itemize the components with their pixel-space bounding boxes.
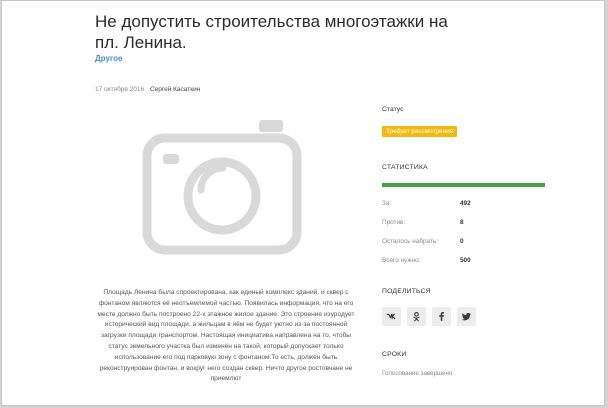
stat-label: Осталось набрать:: [382, 238, 438, 245]
odnoklassniki-icon: [413, 311, 420, 322]
share-vk-button[interactable]: [382, 307, 401, 326]
category-link[interactable]: Другое: [95, 54, 123, 63]
share-facebook-button[interactable]: [432, 307, 451, 326]
status-label: Статус: [382, 106, 404, 113]
vote-progress-bar: [382, 183, 545, 187]
page-title: Не допустить строительства многоэтажки н…: [95, 12, 448, 52]
stat-value: 500: [460, 257, 471, 264]
author-link[interactable]: Сергей Касаткин: [150, 86, 200, 93]
vk-icon: [386, 313, 396, 320]
publish-date: 17 октября 2016: [95, 86, 145, 93]
stat-label: Против:: [382, 219, 406, 226]
article-meta: 17 октября 2016 Сергей Касаткин: [95, 86, 200, 93]
facebook-icon: [439, 311, 444, 321]
share-heading: ПОДЕЛИТЬСЯ: [382, 288, 431, 295]
stat-value: 8: [460, 219, 464, 226]
statistics-heading: СТАТИСТИКА: [382, 164, 428, 171]
vote-progress-fill: [382, 183, 545, 187]
article-body: Площадь Ленина была спроектирована, как …: [97, 289, 355, 383]
status-badge: Требует рассмотрения: [382, 126, 458, 137]
share-twitter-button[interactable]: [457, 307, 476, 326]
deadline-heading: СРОКИ: [382, 351, 407, 358]
share-odnoklassniki-button[interactable]: [407, 307, 426, 326]
stat-label: За:: [382, 200, 392, 207]
voting-status-text: Голосование завершено: [382, 370, 453, 377]
stat-value: 492: [460, 200, 471, 207]
page: Не допустить строительства многоэтажки н…: [1, 0, 605, 406]
twitter-icon: [461, 312, 471, 321]
stat-value: 0: [460, 238, 464, 245]
stat-label: Всего нужно:: [382, 257, 421, 264]
photo-placeholder-icon: [142, 120, 302, 255]
